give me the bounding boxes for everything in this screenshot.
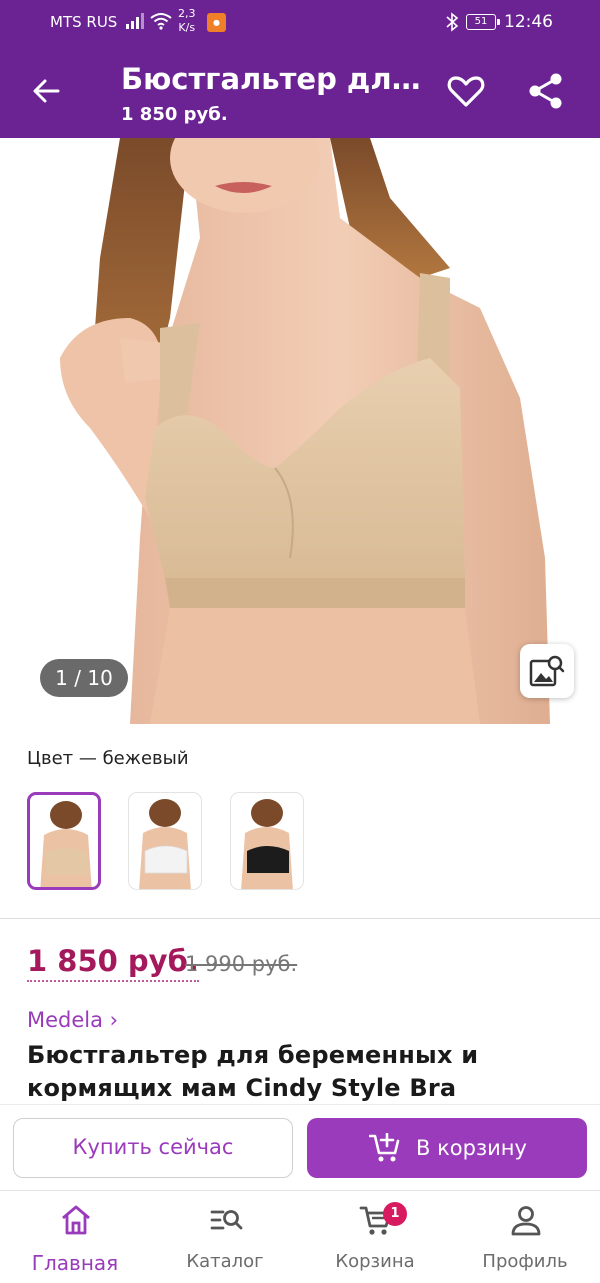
app-notification-icon: ● [207,13,226,32]
color-swatch-white[interactable] [128,792,202,890]
product-title: Бюстгальтер для беременных и кормящих ма… [27,1041,479,1102]
arrow-left-icon[interactable] [28,73,64,109]
current-price: 1 850 руб. [27,944,199,982]
nav-home-label: Главная [31,1251,119,1275]
share-icon[interactable] [525,70,567,112]
purchase-bar: Купить сейчас В корзину [0,1104,600,1190]
profile-icon [511,1206,541,1236]
product-gallery[interactable]: 1 / 10 [0,138,600,724]
network-speed: 2,3 K/s [178,7,196,35]
nav-profile-label: Профиль [482,1251,568,1272]
image-search-icon [529,655,565,687]
page-title: Бюстгальтер для... [121,62,426,96]
bottom-navigation: Главная Каталог Корзина Профиль [0,1190,600,1283]
swatch-thumbnail [40,801,92,887]
cart-count-badge: 1 [383,1202,407,1226]
wifi-icon [150,13,172,30]
swatch-thumbnail [139,799,191,889]
add-to-cart-label: В корзину [416,1136,527,1160]
bluetooth-icon [446,12,459,32]
nav-home[interactable]: Главная [0,1191,150,1283]
signal-icon [126,13,144,29]
old-price: 1 990 руб. [185,952,298,976]
add-to-cart-button[interactable]: В корзину [307,1118,587,1178]
heart-outline-icon[interactable] [445,70,487,112]
status-bar: MTS RUS 2,3 K/s ● 51 12:46 [0,0,600,45]
battery-indicator: 51 [466,14,500,30]
nav-catalog[interactable]: Каталог [150,1191,300,1283]
product-photo [60,138,550,724]
clock: 12:46 [504,12,553,32]
nav-cart[interactable]: Корзина [300,1191,450,1283]
carrier-label: MTS RUS [50,13,118,31]
image-search-button[interactable] [520,644,574,698]
home-icon [62,1205,90,1235]
swatch-thumbnail [241,799,293,889]
nav-catalog-label: Каталог [186,1251,264,1272]
image-counter: 1 / 10 [40,659,128,697]
cart-add-icon [369,1133,400,1162]
brand-link[interactable]: Medela › [27,1008,118,1032]
color-label: Цвет — бежевый [27,748,189,769]
color-swatch-black[interactable] [230,792,304,890]
divider [0,918,600,919]
catalog-search-icon [210,1210,243,1230]
speed-unit: K/s [178,21,196,34]
nav-cart-label: Корзина [335,1251,415,1272]
header-price: 1 850 руб. [121,104,228,125]
buy-now-button[interactable]: Купить сейчас [13,1118,293,1178]
app-bar: Бюстгальтер для... 1 850 руб. [0,45,600,138]
color-swatch-beige[interactable] [27,792,101,890]
nav-profile[interactable]: Профиль [450,1191,600,1283]
speed-value: 2,3 [178,7,196,20]
